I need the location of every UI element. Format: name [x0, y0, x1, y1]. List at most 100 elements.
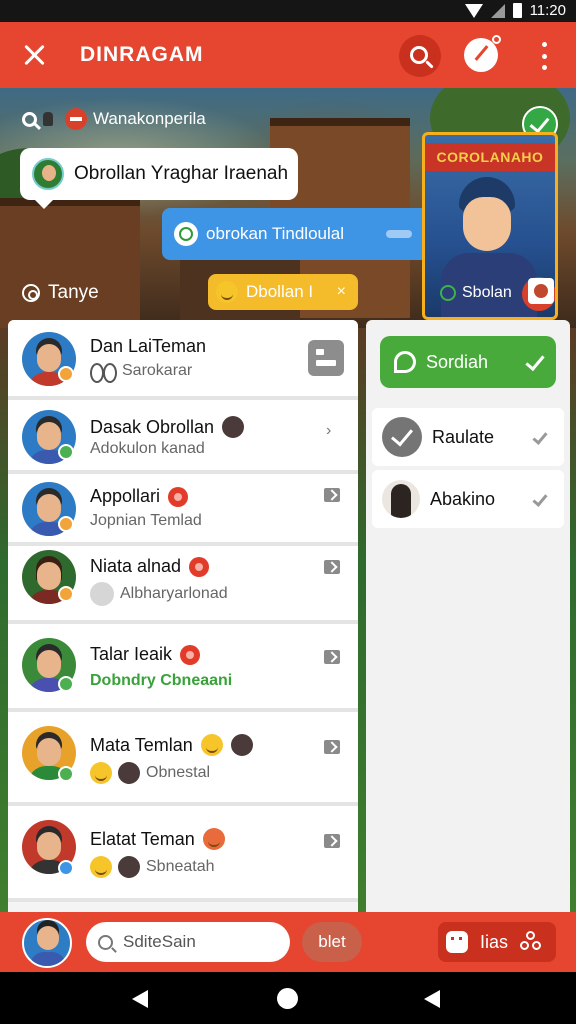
chat-name: Mata Temlan	[90, 734, 253, 756]
chat-preview: Jopnian Temlad	[90, 512, 202, 529]
emoji-chip-label: Dbollan I	[246, 282, 314, 301]
expand-icon[interactable]	[324, 488, 340, 502]
status-bar: 11:20	[0, 0, 576, 22]
chat-row[interactable]: Appollari Jopnian Temlad	[8, 474, 358, 546]
avatar	[382, 480, 420, 518]
expand-icon[interactable]	[324, 650, 340, 664]
check-circle-icon	[382, 417, 422, 457]
share-icon	[520, 931, 542, 953]
expand-icon[interactable]	[324, 560, 340, 574]
banner-search-label: Wanakonperila	[93, 109, 206, 128]
eyes-icon	[90, 363, 117, 383]
smile-emoji-icon	[216, 281, 238, 303]
close-icon[interactable]	[16, 37, 52, 73]
status-badge	[58, 860, 74, 876]
chat-bubble-outgoing[interactable]: obrokan Tindloulal	[162, 208, 428, 260]
chat-name: Talar Ieaik	[90, 644, 201, 665]
panel-item-label: Raulate	[432, 426, 495, 447]
person-icon	[43, 112, 53, 126]
emoji-icon	[90, 582, 114, 606]
chat-name: Dan LaiTeman	[90, 336, 207, 356]
chat-name: Niata alnad	[90, 556, 210, 577]
status-badge	[58, 366, 74, 382]
chat-row[interactable]: Niata alnad Albharyarlonad	[8, 546, 358, 624]
status-panel: Sordiah Raulate Abakino	[366, 320, 570, 912]
avatar	[32, 158, 64, 190]
search-placeholder: SditeSain	[123, 932, 196, 951]
compose-icon[interactable]	[308, 340, 344, 376]
chat-row[interactable]: Dasak Obrollan Adokulon kanad ›	[8, 400, 358, 474]
panel-item-label: Abakino	[430, 488, 496, 509]
action-label: Iias	[480, 931, 509, 952]
primary-action-label: Sordiah	[426, 351, 489, 372]
home-icon[interactable]	[277, 988, 298, 1009]
face-icon	[446, 931, 468, 953]
typing-indicator	[386, 230, 412, 238]
check-icon	[532, 429, 548, 445]
filter-chip[interactable]: blet	[302, 922, 362, 962]
chat-preview: Sbneatah	[90, 856, 215, 878]
profile-thumbnail[interactable]	[528, 278, 554, 304]
unread-badge	[168, 486, 189, 507]
banner-search[interactable]: Wanakonperila	[22, 108, 206, 130]
chat-name: Elatat Teman	[90, 828, 225, 850]
battery-icon	[512, 3, 522, 18]
search-input[interactable]: SditeSain	[86, 922, 290, 962]
system-nav-bar	[0, 972, 576, 1024]
emoji-chip[interactable]: Dbollan I ×	[208, 274, 358, 310]
status-icon	[174, 222, 198, 246]
emoji-action-button[interactable]: Iias	[438, 922, 556, 962]
chevron-right-icon[interactable]: ›	[326, 422, 331, 440]
chat-row[interactable]: Elatat Teman Sbneatah	[8, 806, 358, 902]
avatar	[118, 856, 140, 878]
back-icon[interactable]	[132, 990, 148, 1008]
recents-icon[interactable]	[424, 990, 440, 1008]
type-button[interactable]: Tanye	[22, 282, 99, 304]
avatar	[222, 416, 245, 438]
chat-preview: Sarokarar	[90, 362, 192, 383]
panel-item[interactable]: Raulate	[372, 408, 564, 466]
unread-badge	[189, 556, 210, 577]
bottom-bar: SditeSain blet Iias	[0, 912, 576, 972]
notification-dot	[492, 35, 501, 44]
status-icon	[440, 285, 456, 301]
chat-row[interactable]: Dan LaiTeman Sarokarar	[8, 320, 358, 400]
wifi-icon	[464, 3, 483, 18]
chat-row[interactable]: Talar Ieaik Dobndry Cbneaani	[8, 624, 358, 712]
expand-icon[interactable]	[324, 834, 340, 848]
close-icon[interactable]: ×	[337, 283, 346, 301]
chat-bubble-incoming[interactable]: Obrollan Yraghar Iraenah	[20, 148, 298, 209]
hero-banner: Wanakonperila Obrollan Yraghar Iraenah o…	[0, 88, 576, 328]
signal-icon	[490, 3, 505, 18]
type-label: Tanye	[48, 282, 99, 303]
avatar	[118, 762, 140, 784]
card-label: Sbolan	[440, 284, 512, 302]
profile-avatar[interactable]	[22, 918, 72, 968]
smile-emoji-icon	[200, 734, 223, 756]
chat-preview: Albharyarlonad	[90, 582, 228, 606]
status-badge	[58, 586, 74, 602]
expand-icon[interactable]	[324, 740, 340, 754]
chat-list: Dan LaiTeman Sarokarar Dasak Obrollan Ad…	[8, 320, 358, 912]
smile-emoji-icon	[90, 856, 112, 878]
card-label-text: Sbolan	[462, 284, 512, 301]
search-icon	[22, 111, 37, 127]
chat-preview: Obnestal	[90, 762, 210, 784]
app-title: DINRAGAM	[80, 43, 204, 66]
avatar	[230, 734, 253, 756]
screen: 11:20 DINRAGAM Wanakonperila Obrollan Yr	[0, 0, 576, 1024]
status-badge	[58, 444, 74, 460]
more-options-icon[interactable]	[536, 42, 552, 70]
bubble-text: Obrollan Yraghar Iraenah	[74, 163, 289, 184]
search-button[interactable]	[399, 35, 441, 77]
chat-row[interactable]: Mata Temlan Obnestal	[8, 712, 358, 806]
primary-action-button[interactable]: Sordiah	[380, 336, 556, 388]
activity-button[interactable]	[464, 35, 501, 72]
check-icon	[532, 491, 548, 507]
search-icon	[98, 934, 113, 950]
status-badge	[58, 766, 74, 782]
panel-item[interactable]: Abakino	[372, 470, 564, 528]
chat-name: Dasak Obrollan	[90, 416, 245, 438]
search-icon	[409, 45, 428, 64]
block-icon	[65, 108, 87, 130]
